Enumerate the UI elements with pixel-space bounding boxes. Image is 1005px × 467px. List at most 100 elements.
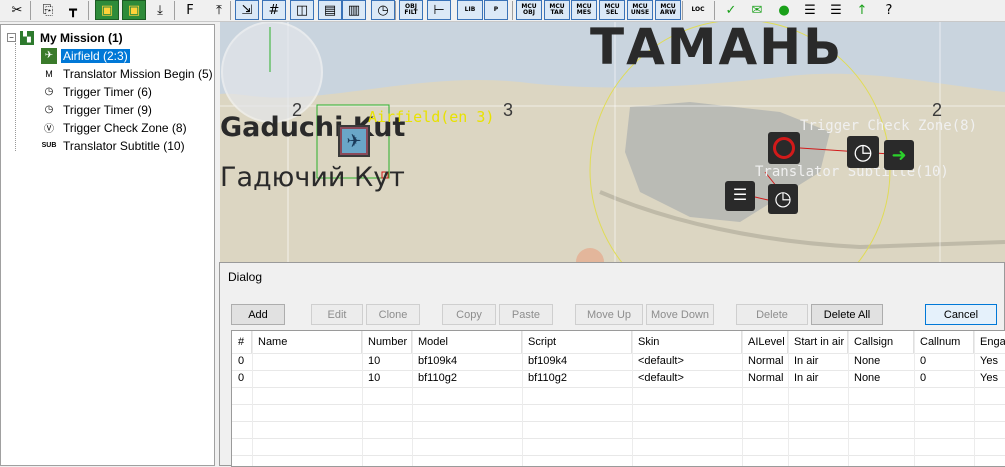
clone-button[interactable]: Clone	[366, 304, 420, 325]
text-box-icon[interactable]: ▤	[318, 0, 342, 20]
column-header[interactable]: Callnum	[914, 331, 974, 353]
subtitle-icon[interactable]: ☰	[725, 181, 755, 211]
translator-icon[interactable]: ➜	[884, 140, 914, 170]
mcu-sel-icon[interactable]: MCU SEL	[599, 0, 625, 20]
arrow-up-icon[interactable]: ↑	[852, 0, 872, 20]
tree-item-label: Trigger Check Zone (8)	[63, 120, 187, 135]
mission-icon: ▚	[20, 30, 34, 45]
check-zone-icon: Ⓥ	[44, 124, 54, 135]
tree-item-label: Trigger Timer (6)	[63, 84, 152, 99]
arrows-icon[interactable]: ⇲	[235, 0, 259, 20]
clock-icon[interactable]: ◷	[371, 0, 395, 20]
map-layer-icon[interactable]: ▣	[95, 0, 119, 20]
tree-item-label: Translator Mission Begin (5)	[63, 66, 213, 81]
mcu-obj-icon[interactable]: MCU OBJ	[516, 0, 542, 20]
mcu-tar-icon[interactable]: MCU TAR	[544, 0, 570, 20]
ruler-icon[interactable]: ┳	[62, 0, 84, 20]
tree-item[interactable]: Ⓥ Trigger Check Zone (8)	[41, 119, 189, 136]
move-down-button[interactable]: Move Down	[646, 304, 714, 325]
map-layer-2-icon[interactable]: ▣	[122, 0, 146, 20]
dialog-title: Dialog	[228, 270, 263, 284]
tree-icon[interactable]: ⊢	[427, 0, 451, 20]
tree-root-label: My Mission (1)	[40, 30, 123, 45]
copy-button[interactable]: Copy	[442, 304, 496, 325]
airfield-map-label: Airfield(en 3)	[368, 108, 495, 126]
table-cell: 0	[920, 355, 927, 367]
cancel-button[interactable]: Cancel	[925, 304, 997, 325]
table-cell	[252, 370, 362, 387]
column-header[interactable]: Script	[522, 331, 632, 353]
tree-item[interactable]: ◷ Trigger Timer (6)	[41, 83, 154, 100]
scissors-icon[interactable]: ✂	[8, 0, 26, 20]
table-cell: bf109k4	[418, 355, 458, 367]
paste-button[interactable]: Paste	[499, 304, 553, 325]
add-button[interactable]: Add	[231, 304, 285, 325]
filter-icon[interactable]: OBJ FILT	[399, 0, 423, 20]
column-header[interactable]: AILevel	[742, 331, 788, 353]
main-toolbar: ✂ ⎘ ┳ ▣ ▣ ⤓ F ⤒ ⇲ # ◫ ▤ ▥ ◷ OBJ FILT ⊢ LIB P MCU OBJ MCU TA…	[0, 0, 1005, 22]
move-up-button[interactable]: Move Up	[575, 304, 643, 325]
table-row[interactable]: 0 10 bf110g2 bf110g2 <default> Normal In air No…	[232, 370, 1005, 387]
column-header[interactable]: Start in air	[788, 331, 848, 353]
properties-icon[interactable]: P	[484, 0, 508, 20]
delete-button[interactable]: Delete	[736, 304, 808, 325]
timer-icon-2[interactable]: ◷	[768, 184, 798, 214]
loc-icon[interactable]: LOC	[686, 0, 710, 20]
table-cell: bf110g2	[418, 372, 457, 384]
envelope-icon[interactable]: ✉	[746, 0, 768, 20]
table-row[interactable]: 0 10 bf109k4 bf109k4 <default> Normal In air No…	[232, 353, 1005, 370]
tree-item[interactable]: SUB Translator Subtitle (10)	[41, 137, 187, 154]
subtitle-icon: SUB	[41, 142, 57, 149]
tree-item-label: Translator Subtitle (10)	[63, 138, 185, 153]
mission-map[interactable]: ТАМАНЬ Gaduchi Kut Гадючий Кут Airfield(…	[220, 22, 1005, 266]
mcu-unse-icon[interactable]: MCU UNSE	[627, 0, 653, 20]
tree-item-label: Airfield (2:3)	[61, 48, 130, 63]
zone-circle-small	[221, 22, 323, 123]
dot-icon[interactable]: ●	[774, 0, 794, 20]
copy-icon[interactable]: ⎘	[38, 0, 58, 20]
check-zone-icon[interactable]	[768, 132, 800, 164]
align-2-icon[interactable]: ☰	[825, 0, 847, 20]
library-icon[interactable]: LIB	[457, 0, 483, 20]
tree-root[interactable]: − ▚ My Mission (1)	[7, 29, 125, 46]
column-header[interactable]: Enga	[974, 331, 1005, 353]
group-icon[interactable]: ▥	[342, 0, 366, 20]
timer-icon[interactable]: ◷	[847, 136, 879, 168]
mission-tree[interactable]: − ▚ My Mission (1) ✈ Airfield (2:3) M Trans…	[0, 24, 215, 466]
column-icon[interactable]: ◫	[290, 0, 314, 20]
table-cell: 0	[238, 355, 245, 367]
table-cell: Yes	[980, 372, 998, 384]
font-icon[interactable]: F	[180, 0, 200, 20]
export-icon[interactable]: ⤒	[208, 0, 230, 20]
checkmark-icon[interactable]: ✓	[720, 0, 742, 20]
column-header[interactable]: Name	[252, 331, 362, 353]
mcu-arw-icon[interactable]: MCU ARW	[655, 0, 681, 20]
delete-all-button[interactable]: Delete All	[811, 304, 883, 325]
tree-item[interactable]: ◷ Trigger Timer (9)	[41, 101, 154, 118]
collapse-icon[interactable]: −	[7, 33, 16, 42]
airfield-icon[interactable]: ✈	[338, 125, 370, 157]
table-cell: <default>	[638, 355, 684, 367]
timer-icon: ◷	[44, 86, 54, 97]
table-cell: bf109k4	[528, 355, 568, 367]
objects-table[interactable]: # Name Number Model Script Skin AILevel Start i…	[231, 330, 1005, 467]
table-cell: 10	[368, 372, 381, 384]
town-title: ТАМАНЬ	[590, 22, 844, 76]
tree-item[interactable]: ✈ Airfield (2:3)	[41, 47, 130, 64]
column-header[interactable]: Callsign	[848, 331, 914, 353]
translator-icon: M	[45, 68, 53, 79]
column-header[interactable]: Model	[412, 331, 522, 353]
align-icon[interactable]: ☰	[799, 0, 821, 20]
edit-button[interactable]: Edit	[311, 304, 363, 325]
column-header[interactable]: #	[232, 331, 252, 353]
grid-number-1: 2	[292, 100, 303, 120]
mcu-mes-icon[interactable]: MCU MES	[571, 0, 597, 20]
import-icon[interactable]: ⤓	[150, 0, 170, 20]
trigger-label-1: Trigger Check Zone(8)	[800, 118, 978, 134]
table-cell: In air	[794, 372, 819, 384]
tree-item[interactable]: M Translator Mission Begin (5)	[41, 65, 215, 82]
column-header[interactable]: Skin	[632, 331, 742, 353]
grid-icon[interactable]: #	[262, 0, 286, 20]
help-icon[interactable]: ?	[879, 0, 899, 20]
column-header[interactable]: Number	[362, 331, 412, 353]
